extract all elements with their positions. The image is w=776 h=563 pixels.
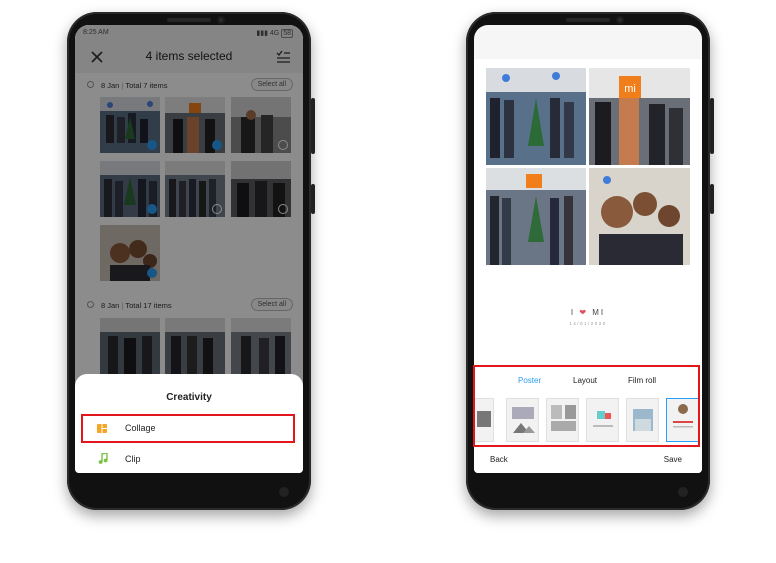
heart-icon: ❤ [579,308,589,317]
collage-photo[interactable] [486,68,586,165]
sheet-title: Creativity [166,392,212,403]
power-button [710,98,714,154]
clip-label: Clip [125,454,141,464]
earpiece-speaker [167,18,211,22]
music-note-icon [98,453,108,464]
collage-photo[interactable] [486,168,586,265]
power-button [311,98,315,154]
back-button[interactable]: Back [490,455,508,464]
home-sensor [678,487,688,497]
collage-photo[interactable] [589,168,690,265]
collage-caption: I ❤ MI [570,308,606,317]
volume-button [311,184,315,214]
svg-text:mi: mi [624,83,636,95]
collage-highlight-box [81,414,295,443]
editor-highlight-box [473,365,700,447]
save-button[interactable]: Save [664,455,682,464]
front-camera [217,16,225,24]
left-screen: 8:25 AM ▮▮▮ 4G 58 4 items selected 8 Jan… [75,25,303,473]
collage-preview[interactable]: mi [486,68,690,265]
earpiece-speaker [566,18,610,22]
collage-photo[interactable]: mi [589,68,690,165]
collage-date: 14/01/2020 [569,321,607,326]
volume-button [710,184,714,214]
home-sensor [279,487,289,497]
clip-option[interactable]: Clip [85,446,295,472]
front-camera [616,16,624,24]
